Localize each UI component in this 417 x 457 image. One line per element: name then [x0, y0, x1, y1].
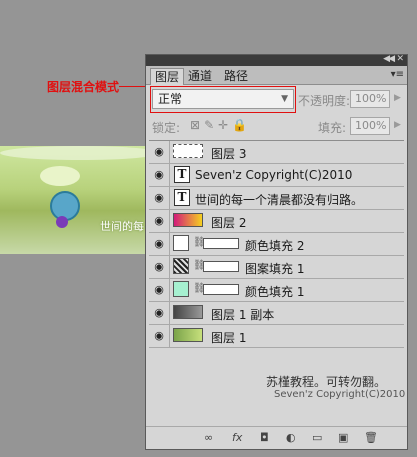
eye-icon[interactable]: ◉	[149, 279, 170, 301]
layer-name: 图案填充 1	[245, 262, 305, 276]
fill-arrow-icon[interactable]: ▶	[394, 120, 401, 130]
layer-thumbnail	[173, 144, 203, 158]
tab-channels[interactable]: 通道	[184, 68, 216, 84]
eye-icon[interactable]: ◉	[149, 302, 170, 324]
layer-mask	[203, 261, 239, 272]
eye-icon[interactable]: ◉	[149, 325, 170, 347]
lock-icons: ⊠✎✛🔒	[190, 118, 251, 132]
copyright-note: Seven'z Copyright(C)2010	[274, 389, 406, 400]
eye-icon[interactable]: ◉	[149, 164, 170, 186]
annotation-pointer	[119, 86, 146, 87]
opacity-label: 不透明度:	[298, 94, 351, 108]
eye-icon[interactable]: ◉	[149, 187, 170, 209]
layer-row[interactable]: ◉ ⛓ 图案填充 1	[149, 256, 404, 279]
tab-paths[interactable]: 路径	[220, 68, 252, 84]
lock-label: 锁定:	[152, 121, 181, 135]
eye-icon[interactable]: ◉	[149, 256, 170, 278]
layer-row[interactable]: ◉ ⛓ 颜色填充 2	[149, 233, 404, 256]
layer-thumbnail	[173, 213, 203, 227]
opacity-arrow-icon[interactable]: ▶	[394, 93, 401, 103]
layer-row[interactable]: ◉ T Seven'z Copyright(C)2010	[149, 164, 404, 187]
text-layer-icon: T	[174, 166, 190, 183]
fill-thumbnail	[173, 281, 189, 297]
lock-row: 锁定: ⊠✎✛🔒 填充: 100% ▶	[150, 117, 404, 137]
lock-paint-icon[interactable]: ✎	[204, 118, 218, 132]
layer-mask	[203, 238, 239, 249]
panel-titlebar: ◀◀ ✕	[146, 54, 407, 66]
layer-thumbnail	[173, 305, 203, 319]
new-layer-icon[interactable]: ▣	[338, 431, 348, 444]
lock-move-icon[interactable]: ✛	[218, 118, 232, 132]
panel-tabbar: 图层 通道 路径 ▾≡	[146, 66, 407, 85]
canvas-caption: 世间的每	[100, 220, 144, 233]
chevron-down-icon: ▼	[281, 94, 288, 104]
layer-row[interactable]: ◉ 图层 1 副本	[149, 302, 404, 325]
delete-layer-icon[interactable]: 🗑	[364, 431, 378, 444]
fill-field[interactable]: 100%	[350, 117, 390, 135]
layer-row[interactable]: ◉ T 世间的每一个清晨都没有归路。	[149, 187, 404, 210]
lock-transparent-icon[interactable]: ⊠	[190, 118, 204, 132]
layer-row[interactable]: ◉ 图层 1	[149, 325, 404, 348]
collapse-icon[interactable]: ◀◀	[383, 54, 395, 64]
eye-icon[interactable]: ◉	[149, 141, 170, 163]
blend-mode-select[interactable]: 正常 ▼	[152, 89, 294, 109]
layer-name: 图层 1 副本	[211, 308, 275, 322]
link-layers-icon[interactable]: ∞	[204, 431, 213, 444]
layer-row[interactable]: ◉ 图层 2	[149, 210, 404, 233]
layer-name: Seven'z Copyright(C)2010	[195, 168, 353, 182]
layer-thumbnail	[173, 328, 203, 342]
text-layer-icon: T	[174, 189, 190, 206]
eye-icon[interactable]: ◉	[149, 233, 170, 255]
fx-icon[interactable]: fx	[232, 431, 242, 444]
blend-row: 正常 ▼ 不透明度: 100% ▶	[150, 86, 404, 113]
adjustment-layer-icon[interactable]: ◐	[286, 431, 296, 444]
panel-menu-icon[interactable]: ▾≡	[391, 69, 404, 80]
layer-row[interactable]: ◉ ⛓ 颜色填充 1	[149, 279, 404, 302]
blend-mode-value: 正常	[158, 92, 183, 106]
add-mask-icon[interactable]: ◘	[260, 431, 269, 444]
layer-name: 世间的每一个清晨都没有归路。	[195, 193, 364, 207]
eye-icon[interactable]: ◉	[149, 210, 170, 232]
close-icon[interactable]: ✕	[396, 54, 404, 64]
tutorial-note: 苏槿教程。可转勿翻。	[266, 375, 387, 389]
layer-row[interactable]: ◉ 图层 3	[149, 141, 404, 164]
layer-mask	[203, 284, 239, 295]
pattern-thumbnail	[173, 258, 189, 274]
panel-bottom-bar: ∞ fx ◘ ◐ ▭ ▣ 🗑	[146, 426, 407, 449]
opacity-field[interactable]: 100%	[350, 90, 390, 108]
fill-thumbnail	[173, 235, 189, 251]
layer-name: 颜色填充 2	[245, 239, 305, 253]
tab-layers[interactable]: 图层	[150, 68, 185, 85]
layers-list: ◉ 图层 3 ◉ T Seven'z Copyright(C)2010 ◉ T …	[149, 140, 404, 348]
layer-name: 颜色填充 1	[245, 285, 305, 299]
layer-name: 图层 3	[211, 147, 247, 161]
fill-label: 填充:	[318, 121, 347, 135]
layer-name: 图层 1	[211, 331, 247, 345]
layer-name: 图层 2	[211, 216, 247, 230]
lock-all-icon[interactable]: 🔒	[232, 118, 251, 132]
layers-panel: ◀◀ ✕ 图层 通道 路径 ▾≡ 正常 ▼ 不透明度: 100% ▶ 锁定: ⊠…	[145, 54, 408, 450]
new-group-icon[interactable]: ▭	[312, 431, 322, 444]
canvas-image: 世间的每	[0, 146, 160, 254]
blend-mode-annotation: 图层混合模式	[47, 80, 120, 94]
